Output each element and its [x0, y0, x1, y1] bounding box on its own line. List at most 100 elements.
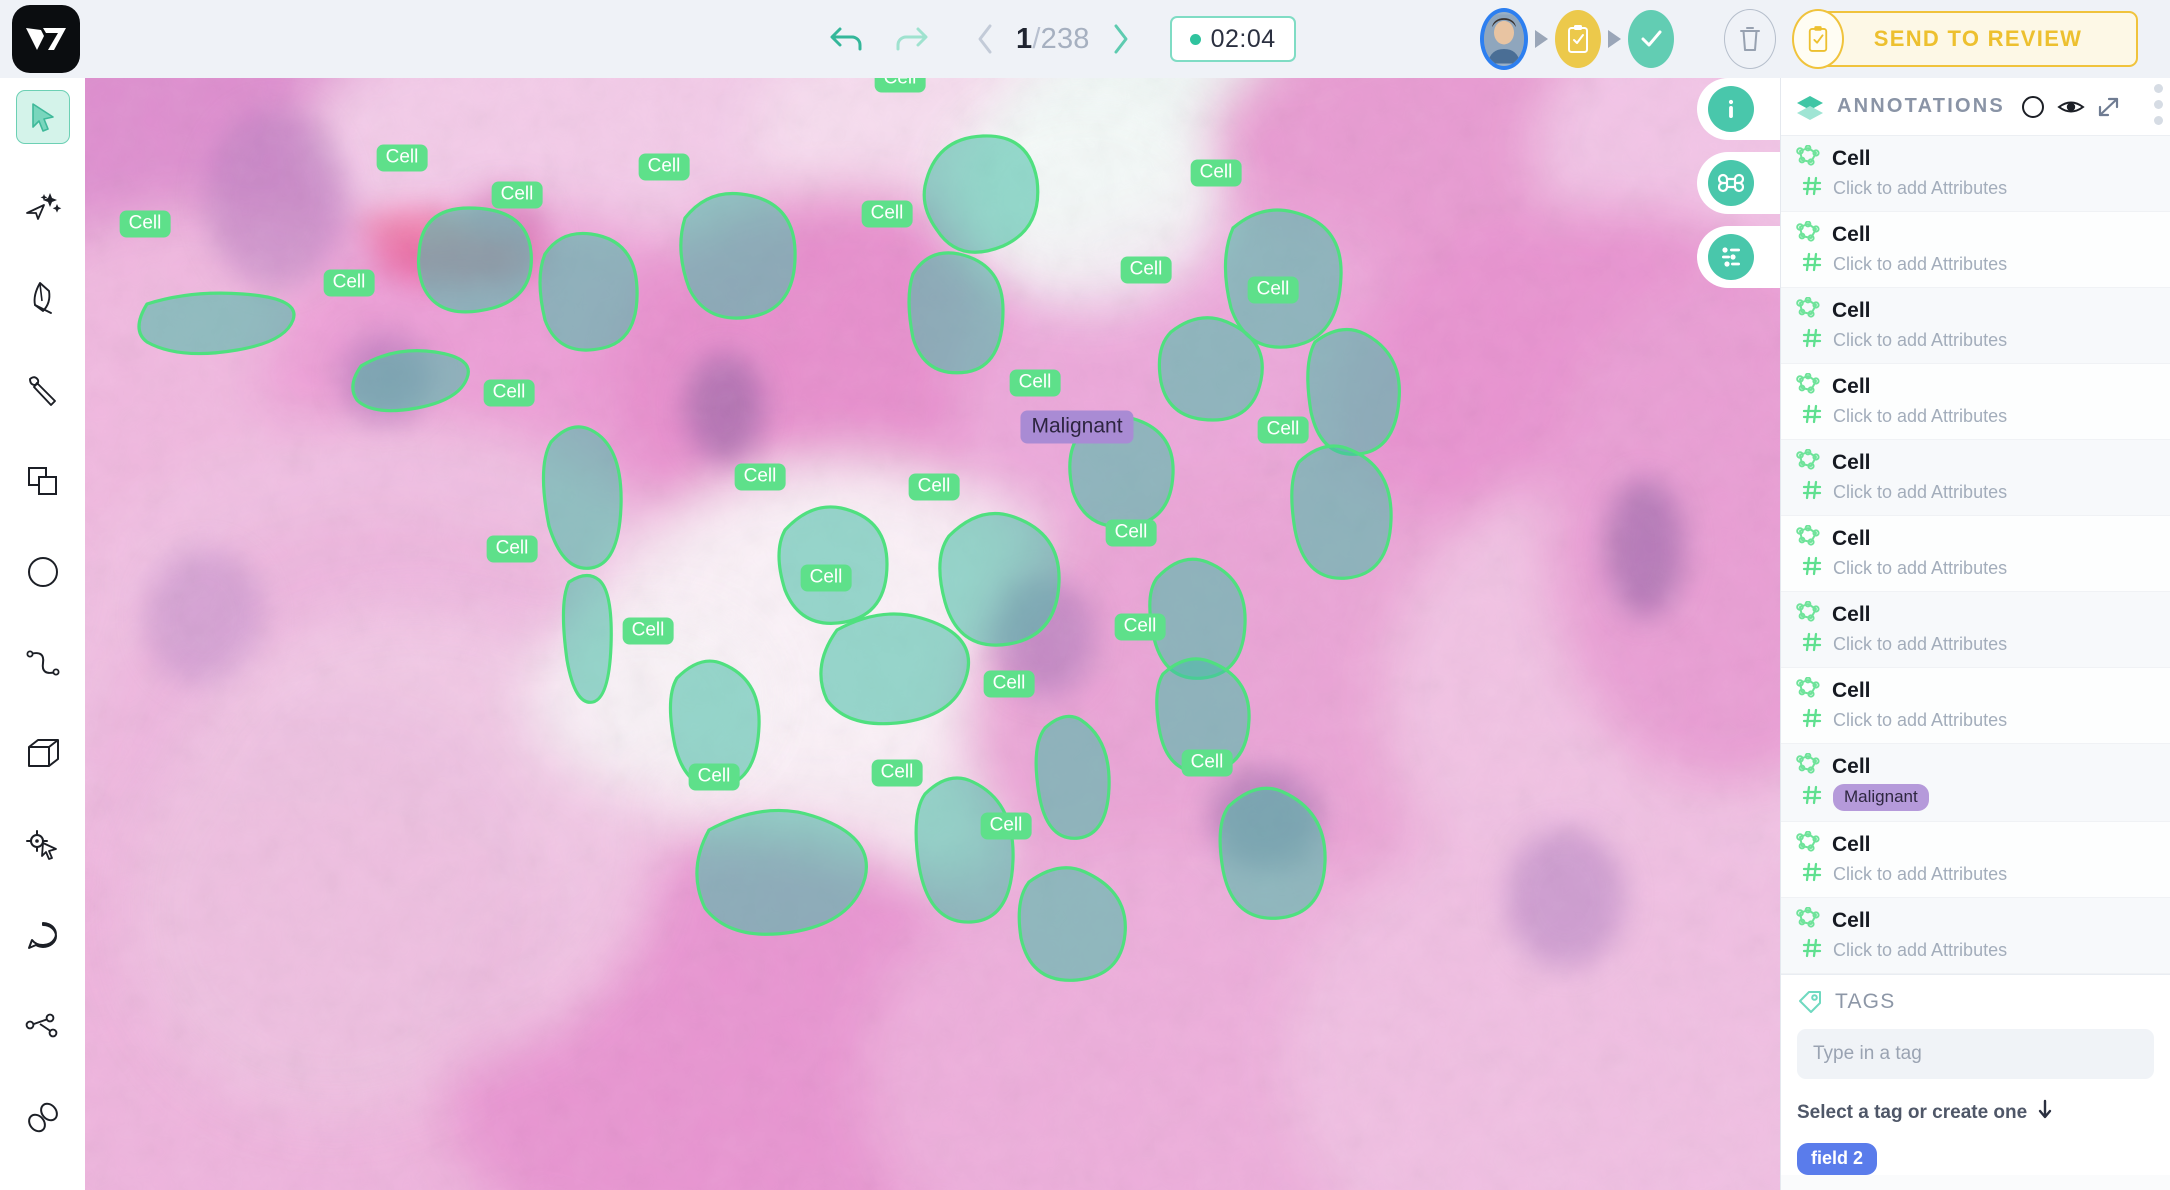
redo-arrow-icon	[896, 27, 928, 51]
session-timer[interactable]: 02:04	[1169, 16, 1296, 62]
annotation-header: Cell	[1795, 220, 2170, 248]
previous-image-button[interactable]	[962, 11, 1010, 67]
brush-tool[interactable]	[16, 363, 70, 417]
pen-tool[interactable]	[16, 272, 70, 326]
hash-icon	[1802, 404, 1822, 429]
annotations-list[interactable]: Cell Click to add Attributes Cell Click to …	[1781, 136, 2170, 974]
link-tool[interactable]	[16, 1091, 70, 1145]
info-button-wrapper	[1697, 78, 1780, 140]
polyline-tool[interactable]	[16, 636, 70, 690]
annotation-attributes[interactable]: Click to add Attributes	[1795, 938, 2170, 963]
annotation-attributes[interactable]: Click to add Attributes	[1795, 404, 2170, 429]
review-stage-icon-button[interactable]	[1792, 9, 1844, 69]
rectangles-icon	[27, 467, 57, 495]
auto-annotate-tool[interactable]	[16, 181, 70, 235]
settings-button[interactable]	[1708, 234, 1754, 280]
annotation-row[interactable]: Cell Click to add Attributes	[1781, 822, 2170, 898]
hash-icon	[1802, 480, 1822, 505]
bounding-box-tool[interactable]	[16, 454, 70, 508]
annotation-row[interactable]: Cell Click to add Attributes	[1781, 136, 2170, 212]
top-toolbar: 1 / 238 02:04 SEND TO REVIEW	[0, 0, 2170, 78]
avatar	[1480, 8, 1528, 70]
send-to-review-button[interactable]: SEND TO REVIEW	[1818, 11, 2138, 67]
menu-dot	[2154, 100, 2163, 109]
stage-complete[interactable]	[1628, 10, 1674, 68]
select-tool[interactable]	[15, 90, 70, 144]
comment-tool[interactable]	[16, 909, 70, 963]
polygon-icon	[1795, 830, 1821, 858]
annotation-header: Cell	[1795, 906, 2170, 934]
hash-icon	[1802, 785, 1822, 810]
workflow-stages	[1480, 0, 1674, 78]
stage-review[interactable]	[1555, 10, 1601, 68]
attribute-placeholder: Click to add Attributes	[1833, 482, 2008, 502]
annotation-class-name: Cell	[1832, 526, 1871, 550]
attribute-placeholder: Click to add Attributes	[1833, 710, 2008, 730]
arrow-down-icon	[2037, 1099, 2053, 1127]
annotation-row[interactable]: Cell Click to add Attributes	[1781, 898, 2170, 974]
annotation-row[interactable]: Cell Click to add Attributes	[1781, 440, 2170, 516]
polygon-icon	[1795, 906, 1821, 934]
info-icon	[1728, 99, 1734, 118]
timer-value: 02:04	[1210, 24, 1276, 53]
annotation-row[interactable]: Cell Click to add Attributes	[1781, 516, 2170, 592]
circle-icon	[27, 557, 58, 587]
polygon-icon	[1795, 296, 1821, 324]
hash-icon	[1802, 632, 1822, 657]
current-page: 1	[1016, 22, 1033, 55]
image-canvas[interactable]: Cell Cell Cell Cell Cell Cell Cell Cell Cell Cell…	[85, 78, 1780, 1190]
stage-arrow-2	[1608, 30, 1621, 48]
attribute-chip[interactable]: Malignant	[1833, 784, 1929, 811]
annotation-class-name: Cell	[1832, 222, 1871, 246]
undo-button[interactable]	[820, 11, 876, 67]
annotation-row[interactable]: Cell Click to add Attributes	[1781, 592, 2170, 668]
redo-button[interactable]	[882, 11, 938, 67]
attribute-placeholder: Click to add Attributes	[1833, 634, 2008, 654]
attribute-placeholder: Click to add Attributes	[1833, 254, 2008, 274]
tag-icon	[1797, 989, 1823, 1015]
tag-input[interactable]	[1797, 1029, 2154, 1079]
annotation-row[interactable]: Cell Malignant	[1781, 744, 2170, 822]
polygon-icon	[1795, 600, 1821, 628]
keypoint-tool[interactable]	[16, 818, 70, 872]
hash-icon	[1802, 176, 1822, 201]
tag-chip[interactable]: field 2	[1797, 1143, 1878, 1175]
panel-overflow-menu[interactable]	[2154, 84, 2163, 125]
stage-annotate[interactable]	[1480, 8, 1528, 70]
hash-icon	[1802, 938, 1822, 963]
next-image-button[interactable]	[1096, 11, 1144, 67]
shortcuts-button[interactable]	[1708, 160, 1754, 206]
hash-icon	[1802, 556, 1822, 581]
user-avatar-icon	[1484, 14, 1524, 64]
eye-icon[interactable]	[2057, 97, 2085, 117]
annotation-row[interactable]: Cell Click to add Attributes	[1781, 668, 2170, 744]
annotation-attributes[interactable]: Click to add Attributes	[1795, 252, 2170, 277]
info-button[interactable]	[1708, 86, 1754, 132]
expand-arrows-icon[interactable]	[2097, 96, 2119, 118]
annotation-attributes[interactable]: Click to add Attributes	[1795, 556, 2170, 581]
annotation-row[interactable]: Cell Click to add Attributes	[1781, 364, 2170, 440]
annotation-attributes[interactable]: Malignant	[1795, 784, 2170, 811]
annotation-attributes[interactable]: Click to add Attributes	[1795, 862, 2170, 887]
annotation-row[interactable]: Cell Click to add Attributes	[1781, 212, 2170, 288]
ellipse-tool[interactable]	[16, 545, 70, 599]
attribute-placeholder: Click to add Attributes	[1833, 864, 2008, 884]
annotation-attributes[interactable]: Click to add Attributes	[1795, 480, 2170, 505]
annotation-attributes[interactable]: Click to add Attributes	[1795, 328, 2170, 353]
skeleton-tool[interactable]	[16, 1000, 70, 1054]
tag-hint-text: Select a tag or create one	[1797, 1102, 2028, 1123]
attribute-placeholder: Click to add Attributes	[1833, 406, 2008, 426]
chevron-left-icon	[978, 24, 992, 54]
v7-logo[interactable]	[12, 5, 80, 73]
cuboid-tool[interactable]	[16, 727, 70, 781]
annotation-attributes[interactable]: Click to add Attributes	[1795, 176, 2170, 201]
annotation-attributes[interactable]: Click to add Attributes	[1795, 632, 2170, 657]
circle-outline-icon[interactable]	[2021, 95, 2045, 119]
annotation-attributes[interactable]: Click to add Attributes	[1795, 708, 2170, 733]
annotation-row[interactable]: Cell Click to add Attributes	[1781, 288, 2170, 364]
total-pages: 238	[1040, 22, 1090, 55]
cursor-arrow-icon	[31, 103, 54, 132]
annotation-class-name: Cell	[1832, 146, 1871, 170]
delete-button[interactable]	[1724, 9, 1776, 69]
histology-image	[85, 78, 1780, 1190]
